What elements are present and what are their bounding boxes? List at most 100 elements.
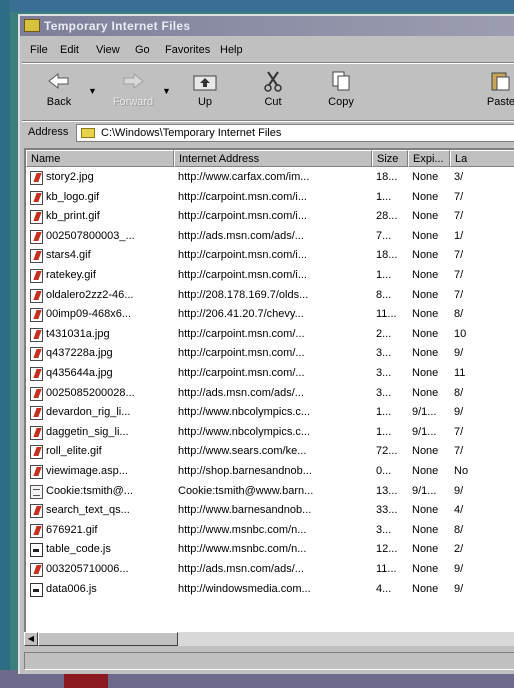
copy-button[interactable]: Copy bbox=[316, 66, 366, 116]
table-row[interactable]: data006.js http://windowsmedia.com... 4...… bbox=[26, 581, 514, 599]
table-row[interactable]: search_text_qs... http://www.barnesandnob… bbox=[26, 502, 514, 520]
file-expires: None bbox=[412, 445, 439, 458]
back-button[interactable]: Back bbox=[34, 66, 84, 116]
cut-button[interactable]: Cut bbox=[248, 66, 298, 116]
file-name: devardon_rig_li... bbox=[46, 406, 131, 419]
back-dropdown-icon[interactable]: ▼ bbox=[88, 86, 97, 96]
image-file-icon bbox=[30, 386, 43, 401]
file-name: kb_print.gif bbox=[46, 210, 100, 223]
file-expires: 9/1... bbox=[412, 484, 437, 497]
column-header-internet-address[interactable]: Internet Address bbox=[174, 150, 372, 167]
image-file-icon bbox=[30, 367, 43, 381]
menu-file[interactable]: File bbox=[30, 40, 48, 60]
file-size: 7... bbox=[376, 229, 392, 242]
file-last: 7/ bbox=[454, 445, 464, 458]
file-expires: None bbox=[412, 190, 439, 203]
menu-help[interactable]: Help bbox=[220, 40, 243, 60]
table-row[interactable]: oldalero2zz2-46... http://208.178.169.7/o… bbox=[26, 287, 514, 305]
file-size: 33... bbox=[376, 504, 398, 517]
file-expires: 9/1... bbox=[412, 406, 437, 419]
menu-bar: File Edit View Go Favorites Help bbox=[20, 40, 514, 60]
file-expires: 9/1... bbox=[412, 425, 437, 438]
file-last: 7/ bbox=[454, 190, 464, 203]
scroll-thumb[interactable] bbox=[38, 632, 178, 646]
file-last: 10 bbox=[454, 327, 467, 340]
forward-dropdown-icon[interactable]: ▼ bbox=[162, 86, 171, 96]
script-file-icon bbox=[30, 543, 43, 558]
image-file-icon bbox=[30, 563, 43, 577]
file-expires: None bbox=[412, 229, 439, 242]
image-file-icon bbox=[30, 249, 43, 264]
title-bar[interactable]: Temporary Internet Files bbox=[20, 16, 514, 36]
table-row[interactable]: daggetin_sig_li... http://www.nbcolympics… bbox=[26, 424, 514, 442]
file-size: 4... bbox=[376, 582, 392, 595]
file-address: http://carpoint.msn.com/... bbox=[178, 347, 305, 360]
file-name: q435644a.jpg bbox=[46, 367, 113, 379]
menu-favorites[interactable]: Favorites bbox=[165, 40, 210, 60]
column-header-last[interactable]: La bbox=[450, 150, 514, 167]
menu-edit[interactable]: Edit bbox=[60, 40, 79, 60]
image-file-icon bbox=[30, 523, 43, 538]
table-row[interactable]: q435644a.jpg http://carpoint.msn.com/... 3… bbox=[26, 365, 514, 383]
file-name: data006.js bbox=[46, 582, 97, 595]
horizontal-scrollbar[interactable]: ◀ bbox=[24, 632, 514, 646]
file-last: 8/ bbox=[454, 308, 464, 321]
menu-view[interactable]: View bbox=[96, 40, 120, 60]
file-name: Cookie:tsmith@... bbox=[46, 484, 133, 497]
taskbar-button[interactable] bbox=[64, 673, 108, 688]
file-address: http://ads.msn.com/ads/... bbox=[178, 563, 304, 575]
table-row[interactable]: 0025085200028... http://ads.msn.com/ads/.… bbox=[26, 385, 514, 403]
file-last: 9/ bbox=[454, 347, 464, 360]
image-file-icon bbox=[30, 269, 43, 283]
column-header-expires[interactable]: Expi... bbox=[408, 150, 450, 167]
file-last: No bbox=[454, 465, 469, 477]
file-size: 3... bbox=[376, 367, 392, 379]
file-size: 13... bbox=[376, 484, 398, 497]
file-address: http://www.sears.com/ke... bbox=[178, 445, 307, 458]
file-expires: None bbox=[412, 582, 439, 595]
forward-label: Forward bbox=[112, 96, 154, 108]
address-input[interactable]: C:\Windows\Temporary Internet Files bbox=[76, 124, 514, 142]
folder-icon bbox=[24, 19, 40, 32]
table-row[interactable]: ratekey.gif http://carpoint.msn.com/i... 1… bbox=[26, 267, 514, 285]
forward-arrow-icon bbox=[120, 70, 146, 92]
table-row[interactable]: 003205710006... http://ads.msn.com/ads/..… bbox=[26, 561, 514, 579]
table-row[interactable]: table_code.js http://www.msnbc.com/n... 12… bbox=[26, 541, 514, 559]
table-row[interactable]: 002507800003_... http://ads.msn.com/ads/.… bbox=[26, 228, 514, 246]
file-last: 9/ bbox=[454, 484, 464, 497]
column-header-size[interactable]: Size bbox=[372, 150, 408, 167]
image-file-icon bbox=[30, 347, 43, 362]
table-row[interactable]: t431031a.jpg http://carpoint.msn.com/... 2… bbox=[26, 326, 514, 344]
table-row[interactable]: devardon_rig_li... http://www.nbcolympics… bbox=[26, 404, 514, 422]
table-row[interactable]: roll_elite.gif http://www.sears.com/ke...… bbox=[26, 443, 514, 461]
paste-label: Paste bbox=[486, 96, 514, 108]
file-size: 8... bbox=[376, 288, 392, 301]
back-label: Back bbox=[46, 96, 72, 108]
file-list[interactable]: Name Internet Address Size Expi... La st… bbox=[24, 148, 514, 632]
forward-button[interactable]: Forward bbox=[108, 66, 158, 116]
menu-go[interactable]: Go bbox=[135, 40, 150, 60]
file-name: kb_logo.gif bbox=[46, 190, 100, 203]
paste-button[interactable]: Paste bbox=[476, 66, 514, 116]
column-header-name[interactable]: Name bbox=[26, 150, 174, 167]
image-file-icon bbox=[30, 327, 43, 342]
table-row[interactable]: 00imp09-468x6... http://206.41.20.7/chevy… bbox=[26, 306, 514, 324]
table-row[interactable]: kb_logo.gif http://carpoint.msn.com/i... 1… bbox=[26, 189, 514, 207]
table-row[interactable]: stars4.gif http://carpoint.msn.com/i... 18… bbox=[26, 247, 514, 265]
file-size: 1... bbox=[376, 425, 392, 438]
file-name: story2.jpg bbox=[46, 171, 94, 183]
scroll-left-button[interactable]: ◀ bbox=[24, 632, 38, 646]
table-row[interactable]: q437228a.jpg http://carpoint.msn.com/... 3… bbox=[26, 345, 514, 363]
file-name: q437228a.jpg bbox=[46, 347, 113, 360]
file-name: 676921.gif bbox=[46, 523, 98, 536]
table-row[interactable]: story2.jpg http://www.carfax.com/im... 18.… bbox=[26, 169, 514, 187]
up-button[interactable]: Up bbox=[180, 66, 230, 116]
file-address: http://www.nbcolympics.c... bbox=[178, 425, 311, 438]
table-row[interactable]: Cookie:tsmith@... Cookie:tsmith@www.barn.… bbox=[26, 483, 514, 501]
file-size: 2... bbox=[376, 327, 392, 340]
table-row[interactable]: kb_print.gif http://carpoint.msn.com/i...… bbox=[26, 208, 514, 226]
table-row[interactable]: viewimage.asp... http://shop.barnesandnob… bbox=[26, 463, 514, 481]
file-address: Cookie:tsmith@www.barn... bbox=[178, 484, 314, 497]
table-row[interactable]: 676921.gif http://www.msnbc.com/n... 3... N… bbox=[26, 522, 514, 540]
file-address: http://carpoint.msn.com/i... bbox=[178, 190, 307, 203]
